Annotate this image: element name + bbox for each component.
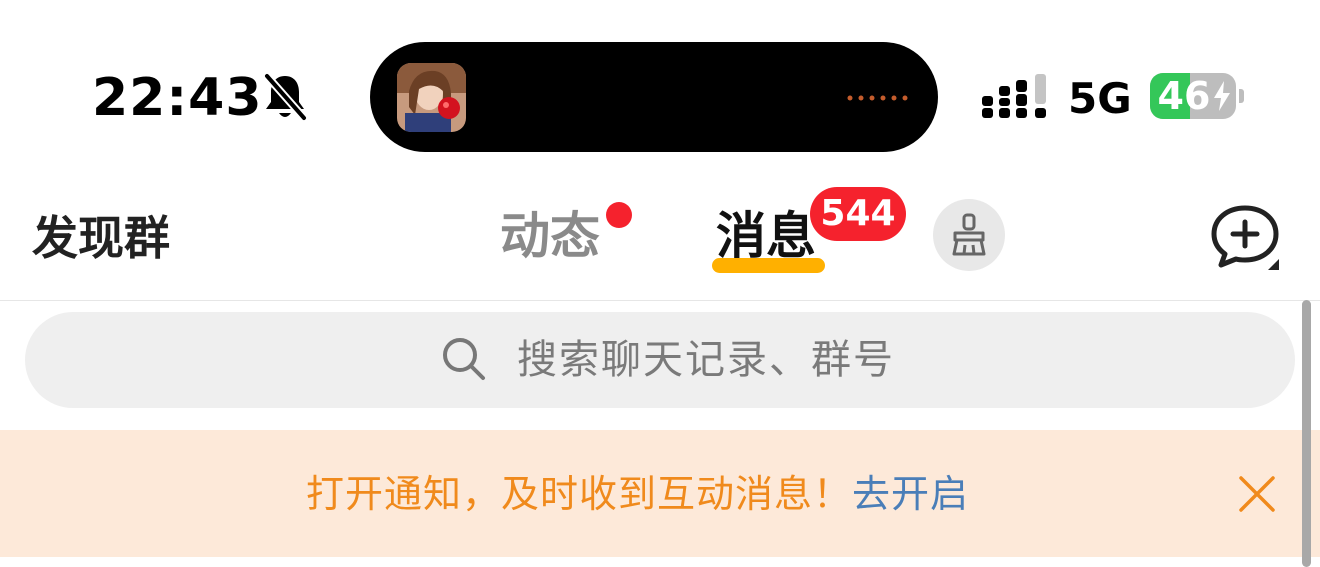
clear-unread-button[interactable] <box>933 199 1005 271</box>
bolt-icon <box>1214 81 1230 111</box>
notification-prompt: 打开通知，及时收到互动消息！ <box>306 472 853 516</box>
notification-message: 打开通知，及时收到互动消息！去开启 <box>306 468 969 520</box>
discover-groups-link[interactable]: 发现群 <box>32 210 170 266</box>
search-input[interactable]: 搜索聊天记录、群号 <box>25 312 1295 408</box>
unread-dot-badge <box>606 202 632 228</box>
dynamic-island[interactable] <box>370 42 938 152</box>
search-icon <box>443 338 485 380</box>
battery-cap <box>1239 89 1244 103</box>
message-count-badge: 544 <box>810 187 906 241</box>
broom-icon <box>952 213 986 256</box>
scrollbar[interactable] <box>1302 300 1311 567</box>
tab-messages[interactable]: 消息 <box>716 206 816 266</box>
enable-notifications-link[interactable]: 去开启 <box>852 472 969 516</box>
status-time: 22:43 <box>92 68 263 128</box>
network-type: 5G <box>1068 74 1132 123</box>
album-art-thumbnail[interactable] <box>397 63 466 132</box>
audio-waveform-icon <box>847 95 908 101</box>
add-chat-icon[interactable] <box>1210 204 1280 270</box>
header-divider <box>0 300 1320 301</box>
search-placeholder: 搜索聊天记录、群号 <box>517 337 895 383</box>
battery-indicator: 46 <box>1150 73 1236 119</box>
battery-percent: 46 <box>1157 74 1211 118</box>
active-tab-indicator <box>712 258 825 273</box>
notification-banner: 打开通知，及时收到互动消息！去开启 <box>0 430 1320 557</box>
close-icon[interactable] <box>1238 475 1276 513</box>
tab-dongtai[interactable]: 动态 <box>500 206 600 266</box>
bell-slash-icon <box>263 72 308 122</box>
signal-icon <box>982 74 1046 118</box>
